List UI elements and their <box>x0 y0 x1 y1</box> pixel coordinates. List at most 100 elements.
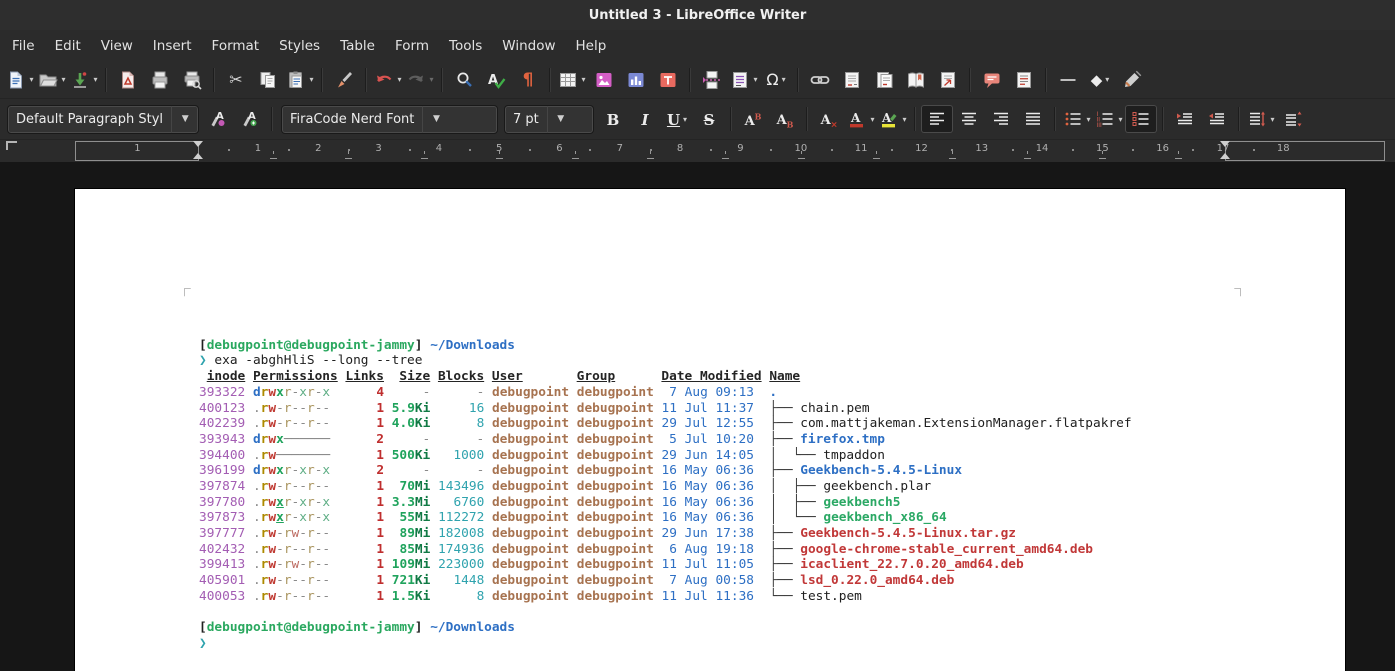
menu-window[interactable]: Window <box>492 33 565 59</box>
horizontal-line-button[interactable] <box>1052 66 1084 94</box>
paragraph-style-combobox-value[interactable]: Default Paragraph Styl <box>8 106 171 133</box>
dropdown-arrow-icon[interactable]: ▾ <box>93 75 97 84</box>
print-button[interactable] <box>144 66 176 94</box>
menu-format[interactable]: Format <box>202 33 270 59</box>
subscript-button[interactable]: AB <box>769 105 801 133</box>
insert-comment-button[interactable] <box>976 66 1008 94</box>
superscript-button[interactable]: AB <box>737 105 769 133</box>
strikethrough-button[interactable]: S <box>693 105 725 133</box>
save-button[interactable]: ▾ <box>68 66 100 94</box>
dropdown-arrow-icon[interactable]: ▾ <box>429 75 433 84</box>
undo-button[interactable]: ▾ <box>372 66 404 94</box>
spelling-button[interactable]: A <box>480 66 512 94</box>
font-name-combobox-value[interactable]: FiraCode Nerd Font <box>282 106 422 133</box>
align-center-button[interactable] <box>953 105 985 133</box>
decrease-indent-button[interactable] <box>1201 105 1233 133</box>
paragraph-spacing-button[interactable] <box>1277 105 1309 133</box>
dropdown-arrow-icon[interactable]: ▾ <box>870 115 874 124</box>
ruler-indent-marker[interactable] <box>1220 153 1230 159</box>
insert-field-button[interactable]: ▾ <box>728 66 760 94</box>
dropdown-arrow-icon[interactable]: ▾ <box>309 75 313 84</box>
line-spacing-button[interactable]: ▾ <box>1245 105 1277 133</box>
ruler-right-margin[interactable] <box>1225 141 1385 161</box>
menu-styles[interactable]: Styles <box>269 33 330 59</box>
align-right-button[interactable] <box>985 105 1017 133</box>
new-style-button[interactable]: A <box>234 105 266 133</box>
dropdown-arrow-icon[interactable]: ▾ <box>1105 75 1109 84</box>
menu-form[interactable]: Form <box>385 33 439 59</box>
update-style-button[interactable]: A <box>202 105 234 133</box>
basic-shapes-button[interactable]: ◆▾ <box>1084 66 1116 94</box>
no-list-button[interactable] <box>1125 105 1157 133</box>
font-color-button[interactable]: A▾ <box>845 105 877 133</box>
font-size-combobox-value[interactable]: 7 pt <box>505 106 547 133</box>
justified-button[interactable] <box>1017 105 1049 133</box>
dropdown-arrow-icon[interactable]: ▾ <box>1086 115 1090 124</box>
dropdown-arrow-icon[interactable]: ▾ <box>1270 115 1274 124</box>
dropdown-arrow-icon[interactable]: ▾ <box>581 75 585 84</box>
export-pdf-button[interactable] <box>112 66 144 94</box>
insert-page-break-button[interactable] <box>696 66 728 94</box>
insert-chart-button[interactable] <box>620 66 652 94</box>
dropdown-arrow-icon[interactable]: ▾ <box>683 115 687 124</box>
cut-button[interactable]: ✂ <box>220 66 252 94</box>
new-document-button[interactable]: ▾ <box>4 66 36 94</box>
dropdown-arrow-icon[interactable]: ▾ <box>782 75 786 84</box>
ruler-indent-marker[interactable] <box>193 153 203 159</box>
insert-footnote-button[interactable] <box>836 66 868 94</box>
open-button[interactable]: ▾ <box>36 66 68 94</box>
unordered-list-button[interactable]: ▾ <box>1061 105 1093 133</box>
dropdown-arrow-icon[interactable]: ▾ <box>61 75 65 84</box>
formatting-marks-button[interactable]: ¶ <box>512 66 544 94</box>
tab-stop-type-selector[interactable] <box>6 141 17 150</box>
insert-special-character-button[interactable]: Ω▾ <box>760 66 792 94</box>
insert-text-box-button[interactable] <box>652 66 684 94</box>
font-size-combobox[interactable]: 7 pt▼ <box>504 105 594 134</box>
menu-view[interactable]: View <box>91 33 143 59</box>
align-left-button[interactable] <box>921 105 953 133</box>
copy-button[interactable] <box>252 66 284 94</box>
dropdown-arrow-icon[interactable]: ▾ <box>397 75 401 84</box>
insert-image-button[interactable] <box>588 66 620 94</box>
highlight-color-button[interactable]: A▾ <box>877 105 909 133</box>
terminal-output-text[interactable]: [debugpoint@debugpoint-jammy] ~/Download… <box>199 338 1132 652</box>
dropdown-arrow-icon[interactable]: ▾ <box>902 115 906 124</box>
insert-bookmark-button[interactable] <box>900 66 932 94</box>
paragraph-style-combobox[interactable]: Default Paragraph Styl▼ <box>7 105 199 134</box>
find-and-replace-button[interactable] <box>448 66 480 94</box>
track-changes-button[interactable] <box>1008 66 1040 94</box>
paragraph-style-combobox-dropdown-arrow-icon[interactable]: ▼ <box>171 106 198 133</box>
menu-edit[interactable]: Edit <box>45 33 91 59</box>
font-name-combobox[interactable]: FiraCode Nerd Font▼ <box>281 105 498 134</box>
clear-formatting-button[interactable]: A✕ <box>813 105 845 133</box>
ruler-indent-marker[interactable] <box>193 141 203 147</box>
draw-functions-button[interactable] <box>1116 66 1148 94</box>
dropdown-arrow-icon[interactable]: ▾ <box>29 75 33 84</box>
menu-tools[interactable]: Tools <box>439 33 492 59</box>
menu-help[interactable]: Help <box>566 33 617 59</box>
font-name-combobox-dropdown-arrow-icon[interactable]: ▼ <box>422 106 449 133</box>
font-size-combobox-dropdown-arrow-icon[interactable]: ▼ <box>547 106 574 133</box>
menu-file[interactable]: File <box>2 33 45 59</box>
italic-button[interactable]: I <box>629 105 661 133</box>
clone-formatting-button[interactable] <box>328 66 360 94</box>
menu-insert[interactable]: Insert <box>143 33 202 59</box>
increase-indent-button[interactable] <box>1169 105 1201 133</box>
paste-button[interactable]: ▾ <box>284 66 316 94</box>
ordered-list-button[interactable]: IIIIII▾ <box>1093 105 1125 133</box>
dropdown-arrow-icon[interactable]: ▾ <box>753 75 757 84</box>
menu-table[interactable]: Table <box>330 33 385 59</box>
insert-hyperlink-button[interactable] <box>804 66 836 94</box>
bold-button[interactable]: B <box>597 105 629 133</box>
document-page[interactable]: [debugpoint@debugpoint-jammy] ~/Download… <box>75 189 1345 671</box>
print-preview-button[interactable] <box>176 66 208 94</box>
dropdown-arrow-icon[interactable]: ▾ <box>1118 115 1122 124</box>
ruler-default-tabstop <box>798 154 805 159</box>
insert-cross-reference-button[interactable] <box>932 66 964 94</box>
horizontal-ruler[interactable]: 1123456789101112131415161718 <box>0 139 1395 162</box>
insert-endnote-button[interactable] <box>868 66 900 94</box>
insert-table-button[interactable]: ▾ <box>556 66 588 94</box>
undo-icon <box>374 70 394 90</box>
ruler-indent-marker[interactable] <box>1220 141 1230 147</box>
underline-button[interactable]: U▾ <box>661 105 693 133</box>
